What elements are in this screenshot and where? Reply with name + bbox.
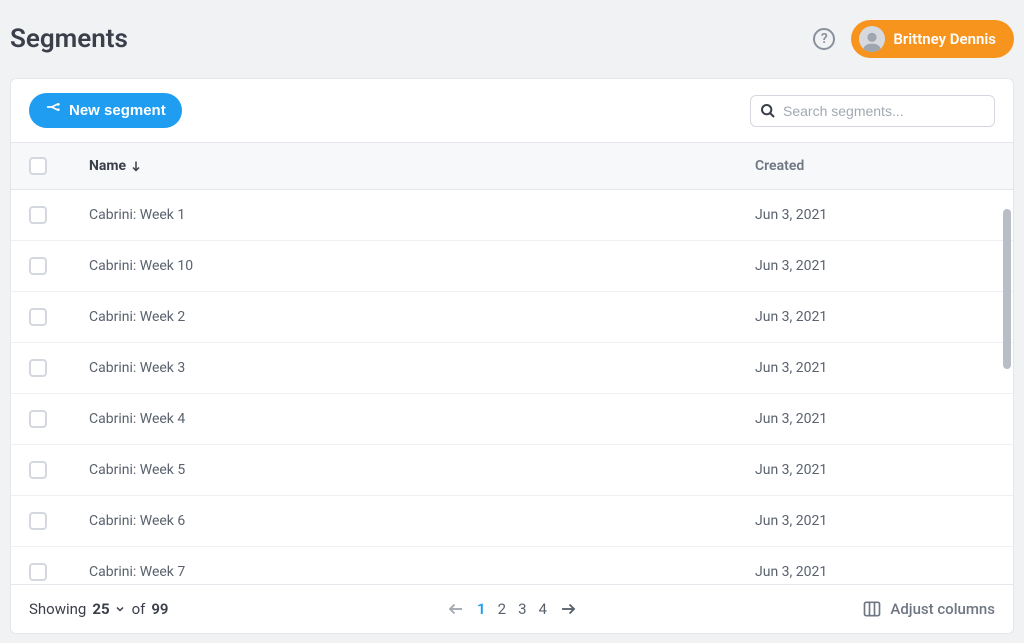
table-row: Cabrini: Week 1Jun 3, 2021 <box>11 190 1013 241</box>
col-header-created[interactable]: Created <box>755 158 995 174</box>
segment-name[interactable]: Cabrini: Week 2 <box>89 309 755 325</box>
user-menu[interactable]: Brittney Dennis <box>851 20 1014 58</box>
sort-desc-icon <box>130 160 142 172</box>
segment-created: Jun 3, 2021 <box>755 207 995 223</box>
segment-created: Jun 3, 2021 <box>755 462 995 478</box>
header-actions: ? Brittney Dennis <box>813 20 1014 58</box>
segment-name[interactable]: Cabrini: Week 3 <box>89 360 755 376</box>
segment-created: Jun 3, 2021 <box>755 513 995 529</box>
next-page-button[interactable] <box>559 600 577 618</box>
select-all-checkbox[interactable] <box>29 157 47 175</box>
chevron-down-icon <box>114 603 126 615</box>
scrollbar[interactable] <box>1003 209 1011 369</box>
row-checkbox[interactable] <box>29 512 47 530</box>
table-row: Cabrini: Week 2Jun 3, 2021 <box>11 292 1013 343</box>
search-input[interactable] <box>750 95 995 127</box>
branch-icon <box>45 103 61 119</box>
segment-name[interactable]: Cabrini: Week 5 <box>89 462 755 478</box>
toolbar: New segment <box>11 79 1013 142</box>
pagination-pages: 1234 <box>447 600 577 618</box>
segment-created: Jun 3, 2021 <box>755 309 995 325</box>
row-checkbox[interactable] <box>29 461 47 479</box>
table-footer: Showing 25 of 99 1234 Adjust columns <box>11 584 1013 633</box>
row-checkbox[interactable] <box>29 410 47 428</box>
table-row: Cabrini: Week 10Jun 3, 2021 <box>11 241 1013 292</box>
table-row: Cabrini: Week 5Jun 3, 2021 <box>11 445 1013 496</box>
help-icon[interactable]: ? <box>813 28 835 50</box>
arrow-right-icon <box>559 600 577 618</box>
segment-name[interactable]: Cabrini: Week 10 <box>89 258 755 274</box>
table-header: Name Created <box>11 142 1013 190</box>
segment-name[interactable]: Cabrini: Week 1 <box>89 207 755 223</box>
segment-created: Jun 3, 2021 <box>755 360 995 376</box>
row-checkbox[interactable] <box>29 206 47 224</box>
page-size-selector[interactable]: 25 <box>92 600 125 618</box>
row-checkbox[interactable] <box>29 257 47 275</box>
new-segment-button[interactable]: New segment <box>29 93 182 128</box>
new-segment-label: New segment <box>69 102 166 119</box>
table-row: Cabrini: Week 7Jun 3, 2021 <box>11 547 1013 584</box>
pagination-info: Showing 25 of 99 <box>29 600 169 618</box>
table-row: Cabrini: Week 3Jun 3, 2021 <box>11 343 1013 394</box>
page-number[interactable]: 3 <box>518 600 526 618</box>
segment-created: Jun 3, 2021 <box>755 564 995 580</box>
row-checkbox[interactable] <box>29 359 47 377</box>
search-icon <box>760 103 776 119</box>
page-number[interactable]: 4 <box>539 600 547 618</box>
page-title: Segments <box>10 24 128 54</box>
adjust-columns-button[interactable]: Adjust columns <box>862 599 995 619</box>
segments-panel: New segment Name Created Cabrini: Week 1… <box>10 78 1014 634</box>
table-row: Cabrini: Week 4Jun 3, 2021 <box>11 394 1013 445</box>
table-body: Cabrini: Week 1Jun 3, 2021Cabrini: Week … <box>11 190 1013 584</box>
segment-created: Jun 3, 2021 <box>755 411 995 427</box>
col-header-name[interactable]: Name <box>89 158 755 174</box>
col-check <box>29 157 89 175</box>
row-checkbox[interactable] <box>29 563 47 581</box>
row-checkbox[interactable] <box>29 308 47 326</box>
arrow-left-icon <box>447 600 465 618</box>
segment-name[interactable]: Cabrini: Week 7 <box>89 564 755 580</box>
page-number[interactable]: 2 <box>498 600 506 618</box>
table-row: Cabrini: Week 6Jun 3, 2021 <box>11 496 1013 547</box>
page-number[interactable]: 1 <box>477 600 486 618</box>
segment-name[interactable]: Cabrini: Week 6 <box>89 513 755 529</box>
search-wrap <box>750 95 995 127</box>
columns-icon <box>862 599 882 619</box>
user-name: Brittney Dennis <box>893 30 996 48</box>
segment-created: Jun 3, 2021 <box>755 258 995 274</box>
page-header: Segments ? Brittney Dennis <box>0 0 1024 78</box>
avatar-icon <box>859 26 885 52</box>
prev-page-button[interactable] <box>447 600 465 618</box>
segment-name[interactable]: Cabrini: Week 4 <box>89 411 755 427</box>
